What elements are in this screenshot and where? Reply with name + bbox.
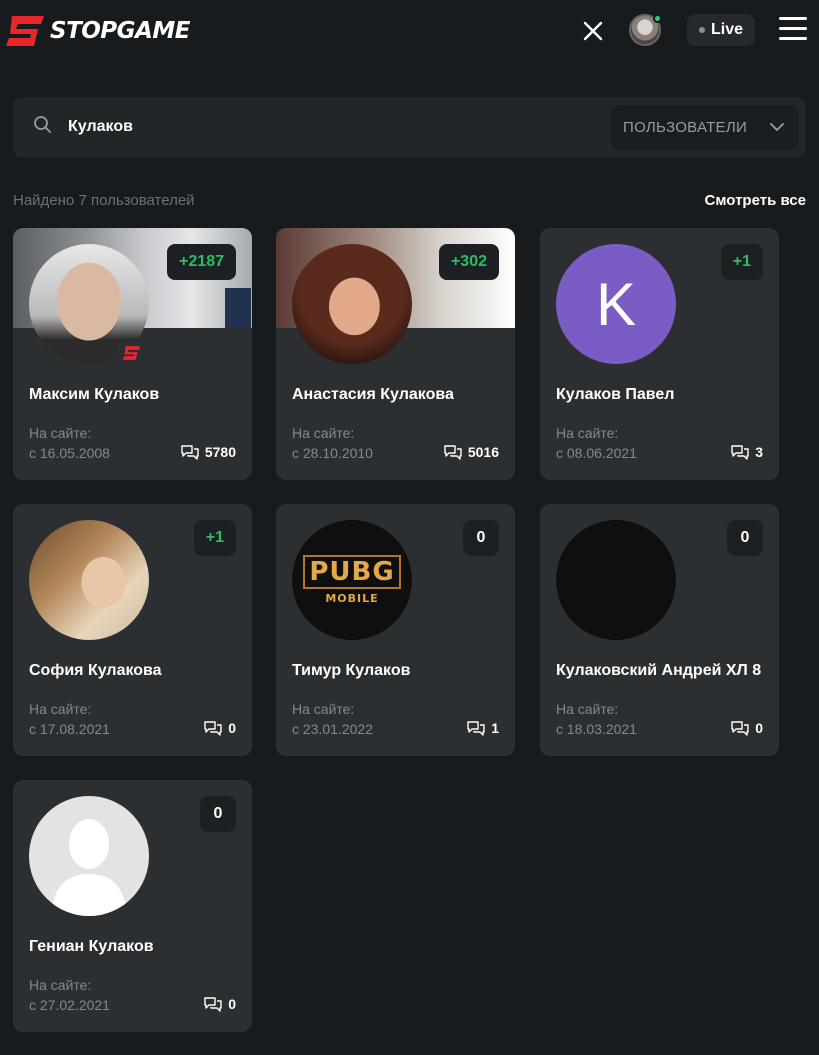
comments-value: 0 [228,996,236,1012]
comments-count: 0 [204,996,236,1012]
comments-count: 1 [467,720,499,736]
comments-value: 1 [491,720,499,736]
search-type-dropdown[interactable]: ПОЛЬЗОВАТЕЛИ [611,105,798,150]
search-icon [34,116,51,133]
comments-icon [731,721,749,736]
comments-value: 5780 [204,444,236,460]
chevron-down-icon [770,123,784,132]
comments-count: 3 [731,444,763,460]
user-card[interactable]: PUBG MOBILE 0 Тимур Кулаков На сайте: с … [276,504,515,756]
user-avatar-default [29,796,149,916]
since-date: с 28.10.2010 [292,445,373,461]
comments-count: 0 [204,720,236,736]
user-card[interactable]: +1 София Кулакова На сайте: с 17.08.2021… [13,504,252,756]
since-label: На сайте: [29,977,92,993]
rating-badge: 0 [727,520,763,556]
user-card[interactable]: 0 Кулаковский Андрей ХЛ 8 На сайте: с 18… [540,504,779,756]
comments-value: 5016 [467,444,499,460]
user-name[interactable]: Гениан Кулаков [29,938,154,956]
since-date: с 23.01.2022 [292,721,373,737]
user-card[interactable]: +2187 Максим Кулаков На сайте: с 16.05.2… [13,228,252,480]
since-label: На сайте: [29,425,92,441]
rating-badge: +302 [438,244,499,280]
live-dot-icon [698,27,705,33]
comments-count: 5016 [444,444,499,460]
user-name[interactable]: Анастасия Кулакова [292,386,454,404]
header: STOPGAME Live [0,0,819,62]
avatar-letter: K [595,270,637,338]
since-label: На сайте: [292,425,355,441]
since-date: с 08.06.2021 [556,445,637,461]
rating-badge: +2187 [167,244,236,280]
comments-icon [204,997,222,1012]
user-avatar-photo [29,520,149,640]
user-name[interactable]: Максим Кулаков [29,386,159,404]
comments-count: 0 [731,720,763,736]
since-label: На сайте: [292,701,355,717]
close-icon[interactable] [580,18,606,44]
comments-icon [181,445,199,460]
user-avatar-photo [292,244,412,364]
default-user-icon [51,819,127,916]
comments-icon [467,721,485,736]
stopgame-logo-icon [6,16,44,46]
live-label: Live [710,21,743,38]
comments-value: 3 [755,444,763,460]
stopgame-logo[interactable]: STOPGAME [4,11,209,51]
comments-value: 0 [228,720,236,736]
rating-badge: +1 [720,244,763,280]
comments-icon [204,721,222,736]
since-date: с 16.05.2008 [29,445,110,461]
comments-icon [731,445,749,460]
rating-badge: +1 [193,520,236,556]
user-card[interactable]: +302 Анастасия Кулакова На сайте: с 28.1… [276,228,515,480]
user-name[interactable]: Кулаков Павел [556,386,674,404]
see-all-link[interactable]: Смотреть все [705,192,806,209]
user-name[interactable]: Тимур Кулаков [292,662,410,680]
since-label: На сайте: [556,701,619,717]
user-avatar-dark [556,520,676,640]
rating-badge: 0 [200,796,236,832]
user-avatar-pubg: PUBG MOBILE [292,520,412,640]
user-avatar[interactable] [629,14,662,46]
since-date: с 17.08.2021 [29,721,110,737]
comments-count: 5780 [181,444,236,460]
search-type-label: ПОЛЬЗОВАТЕЛИ [623,119,748,136]
rating-badge: 0 [463,520,499,556]
since-label: На сайте: [556,425,619,441]
user-avatar-letter: K [556,244,676,364]
comments-value: 0 [755,720,763,736]
results-count: Найдено 7 пользователей [13,192,195,209]
user-card[interactable]: K +1 Кулаков Павел На сайте: с 08.06.202… [540,228,779,480]
since-date: с 27.02.2021 [29,997,110,1013]
search-bar: ПОЛЬЗОВАТЕЛИ [13,97,806,158]
menu-icon[interactable] [779,17,807,43]
search-input[interactable] [68,115,588,139]
stopgame-staff-icon [117,338,147,368]
since-date: с 18.03.2021 [556,721,637,737]
user-name[interactable]: София Кулакова [29,662,162,680]
comments-icon [444,445,462,460]
live-button[interactable]: Live [687,14,755,46]
user-name[interactable]: Кулаковский Андрей ХЛ 8 [556,662,761,680]
logo-text: STOPGAME [50,18,190,44]
avatar-text-pubg: PUBG [303,555,401,589]
since-label: На сайте: [29,701,92,717]
online-status-dot [653,14,662,23]
avatar-text-mobile: MOBILE [325,592,379,605]
user-card[interactable]: 0 Гениан Кулаков На сайте: с 27.02.2021 … [13,780,252,1032]
